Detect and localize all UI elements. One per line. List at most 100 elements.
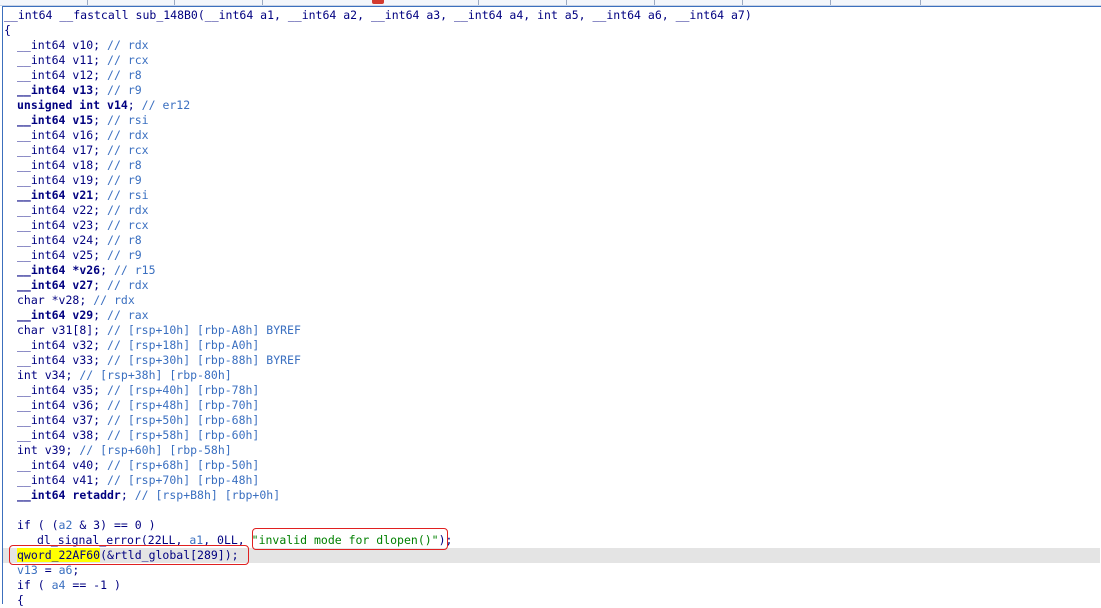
comment-marker: // (107, 413, 128, 427)
decl-name[interactable]: v25 (72, 248, 93, 262)
decl-type: __int64 (17, 233, 73, 247)
tab-divider (566, 0, 567, 5)
decl-name[interactable]: v41 (72, 473, 93, 487)
local-var-decl[interactable]: int v34; // [rsp+38h] [rbp-80h] (17, 368, 1101, 383)
decl-type: __int64 (17, 68, 73, 82)
decl-name[interactable]: v28 (59, 293, 80, 307)
local-var-decl[interactable]: char v31[8]; // [rsp+10h] [rbp-A8h] BYRE… (17, 323, 1101, 338)
decl-name[interactable]: v27 (72, 278, 93, 292)
local-var-decl[interactable]: __int64 v22; // rdx (17, 203, 1101, 218)
local-var-decl[interactable]: __int64 v19; // r9 (17, 173, 1101, 188)
decl-name[interactable]: v38 (72, 428, 93, 442)
local-var-decl[interactable]: __int64 v29; // rax (17, 308, 1101, 323)
decl-name[interactable]: v36 (72, 398, 93, 412)
decl-name[interactable]: v23 (72, 218, 93, 232)
decl-type: __int64 (17, 353, 73, 367)
local-var-decl[interactable]: __int64 v36; // [rsp+48h] [rbp-70h] (17, 398, 1101, 413)
decl-name[interactable]: v21 (72, 188, 93, 202)
local-var-decl[interactable]: __int64 v35; // [rsp+40h] [rbp-78h] (17, 383, 1101, 398)
comment-marker: // (134, 488, 156, 502)
local-var-decl[interactable]: __int64 v32; // [rsp+18h] [rbp-A0h] (17, 338, 1101, 353)
decl-name[interactable]: v11 (72, 53, 93, 67)
if-a4-check-line[interactable]: if ( a4 == -1 ) (17, 578, 1101, 593)
decl-name[interactable]: v17 (72, 143, 93, 157)
local-var-decl[interactable]: __int64 v24; // r8 (17, 233, 1101, 248)
decl-type: __int64 * (17, 263, 80, 277)
comment-marker: // (107, 383, 128, 397)
decl-name[interactable]: v14 (107, 98, 128, 112)
v13-assign-line[interactable]: v13 = a6; (17, 563, 1101, 578)
local-var-decl[interactable]: __int64 v15; // rsi (17, 113, 1101, 128)
local-var-decl[interactable]: __int64 v38; // [rsp+58h] [rbp-60h] (17, 428, 1101, 443)
decl-name[interactable]: v15 (72, 113, 93, 127)
decl-comment: [rsp+60h] [rbp-58h] (100, 443, 232, 457)
string-highlight-box (252, 528, 448, 550)
decl-type: __int64 (17, 488, 73, 502)
decl-type: __int64 (17, 413, 73, 427)
tab-divider (174, 0, 175, 5)
decl-name[interactable]: retaddr (72, 488, 120, 502)
local-var-decl[interactable]: __int64 v10; // rdx (17, 38, 1101, 53)
local-var-decl[interactable]: __int64 v12; // r8 (17, 68, 1101, 83)
decl-name[interactable]: v29 (72, 308, 93, 322)
var-a2[interactable]: a2 (59, 518, 73, 532)
decl-name[interactable]: v19 (72, 173, 93, 187)
decl-name[interactable]: v33 (72, 353, 93, 367)
decl-name[interactable]: v16 (72, 128, 93, 142)
local-var-decl[interactable]: __int64 retaddr; // [rsp+B8h] [rbp+0h] (17, 488, 1101, 503)
tab-close-icon[interactable] (372, 0, 384, 4)
comment-marker: // (107, 218, 128, 232)
decl-name[interactable]: v37 (72, 413, 93, 427)
pseudocode-view[interactable]: __int64 __fastcall sub_148B0(__int64 a1,… (2, 6, 1101, 607)
decl-name[interactable]: v18 (72, 158, 93, 172)
decl-name[interactable]: v32 (72, 338, 93, 352)
local-var-decl[interactable]: __int64 v16; // rdx (17, 128, 1101, 143)
decl-name[interactable]: v35 (72, 383, 93, 397)
local-var-decl[interactable]: int v39; // [rsp+60h] [rbp-58h] (17, 443, 1101, 458)
decl-type: __int64 (17, 188, 73, 202)
local-var-decl[interactable]: unsigned int v14; // er12 (17, 98, 1101, 113)
var-a4[interactable]: a4 (52, 578, 66, 592)
var-a6[interactable]: a6 (59, 563, 73, 577)
local-var-decl[interactable]: char *v28; // rdx (17, 293, 1101, 308)
decl-name[interactable]: v39 (45, 443, 66, 457)
decl-name[interactable]: v26 (79, 263, 100, 277)
decl-name[interactable]: v22 (72, 203, 93, 217)
local-var-decl[interactable]: __int64 v21; // rsi (17, 188, 1101, 203)
local-var-decl[interactable]: __int64 v37; // [rsp+50h] [rbp-68h] (17, 413, 1101, 428)
decl-name[interactable]: v10 (72, 38, 93, 52)
comment-marker: // (107, 203, 128, 217)
local-var-decl[interactable]: __int64 v23; // rcx (17, 218, 1101, 233)
decl-comment: [rsp+50h] [rbp-68h] (127, 413, 260, 427)
comment-marker: // (107, 233, 128, 247)
decl-type: __int64 (17, 83, 73, 97)
decl-name[interactable]: v12 (72, 68, 93, 82)
if-mode-check-line[interactable]: if ( (a2 & 3) == 0 ) (17, 518, 1101, 533)
decl-comment: r8 (127, 233, 142, 247)
local-var-decl[interactable]: __int64 *v26; // r15 (17, 263, 1101, 278)
local-var-decl[interactable]: __int64 v17; // rcx (17, 143, 1101, 158)
function-signature[interactable]: __int64 __fastcall sub_148B0(__int64 a1,… (4, 8, 1101, 23)
decl-type: __int64 (17, 383, 73, 397)
decl-name[interactable]: v24 (72, 233, 93, 247)
var-v13[interactable]: v13 (17, 563, 38, 577)
local-var-decl[interactable]: __int64 v41; // [rsp+70h] [rbp-48h] (17, 473, 1101, 488)
local-var-decl[interactable]: __int64 v13; // r9 (17, 83, 1101, 98)
local-var-decl[interactable]: __int64 v18; // r8 (17, 158, 1101, 173)
decl-name[interactable]: v34 (45, 368, 66, 382)
local-var-decl[interactable]: __int64 v33; // [rsp+30h] [rbp-88h] BYRE… (17, 353, 1101, 368)
decl-name[interactable]: v31[8] (52, 323, 94, 337)
comment-marker: // (107, 398, 128, 412)
decl-comment: rsi (127, 188, 149, 202)
decl-comment: rcx (127, 53, 149, 67)
decl-type: __int64 (17, 428, 73, 442)
decl-type: __int64 (17, 218, 73, 232)
decl-comment: [rsp+68h] [rbp-50h] (127, 458, 260, 472)
local-var-decl[interactable]: __int64 v11; // rcx (17, 53, 1101, 68)
local-var-decl[interactable]: __int64 v27; // rdx (17, 278, 1101, 293)
local-var-decl[interactable]: __int64 v40; // [rsp+68h] [rbp-50h] (17, 458, 1101, 473)
comment-marker: // (79, 368, 101, 382)
decl-name[interactable]: v40 (72, 458, 93, 472)
decl-name[interactable]: v13 (72, 83, 93, 97)
local-var-decl[interactable]: __int64 v25; // r9 (17, 248, 1101, 263)
